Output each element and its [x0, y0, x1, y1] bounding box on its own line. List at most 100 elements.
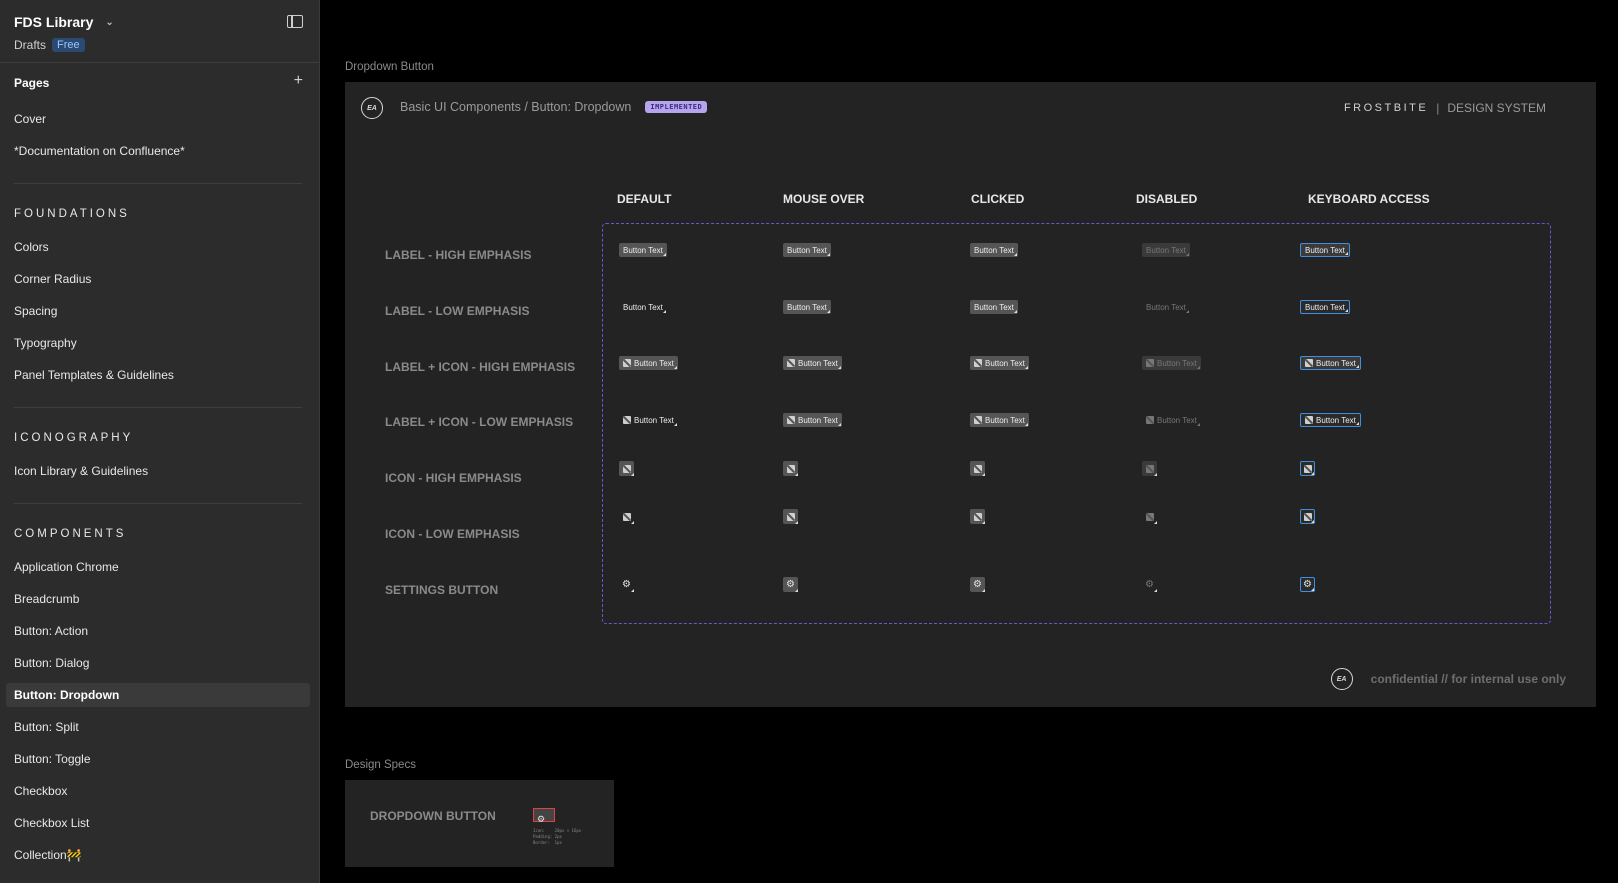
button-label: Button Text	[1146, 245, 1186, 255]
plan-badge: Free	[52, 38, 85, 52]
image-icon	[1303, 464, 1312, 473]
divider	[14, 407, 302, 408]
sidebar-toggle-icon[interactable]	[287, 15, 303, 28]
button-label: Button Text	[634, 358, 674, 368]
page-item-checkbox-list[interactable]: Checkbox List	[14, 816, 89, 830]
page-item-collection[interactable]: Collection🚧	[14, 848, 82, 862]
image-icon	[1145, 464, 1154, 473]
image-icon	[973, 464, 982, 473]
dropdown-button[interactable]: Button Text	[1142, 300, 1190, 314]
button-label: Button Text	[974, 245, 1014, 255]
dropdown-button[interactable]: Button Text	[970, 243, 1018, 257]
divider	[0, 62, 319, 63]
icon-dropdown-button[interactable]	[619, 461, 634, 476]
icon-dropdown-button[interactable]	[1142, 461, 1157, 476]
settings-dropdown-button[interactable]: ⚙	[619, 577, 634, 592]
page-item-documentation[interactable]: *Documentation on Confluence*	[14, 144, 185, 158]
icon-dropdown-button[interactable]	[783, 509, 798, 524]
ea-logo-icon: EA	[361, 97, 383, 119]
spec-measurements: Icon: 20px × 16px Padding: 2px Border: 1…	[533, 828, 582, 845]
column-default: DEFAULT	[617, 192, 672, 206]
section-foundations[interactable]: FOUNDATIONS	[14, 208, 130, 220]
gear-icon: ⚙	[622, 578, 631, 590]
page-item-button-toggle[interactable]: Button: Toggle	[14, 752, 91, 766]
dropdown-button[interactable]: Button Text	[783, 300, 831, 314]
ea-logo-icon: EA	[1330, 668, 1353, 690]
page-item-panel-templates[interactable]: Panel Templates & Guidelines	[14, 368, 174, 382]
file-title-button[interactable]: FDS Library ⌄	[14, 14, 114, 30]
page-item-button-dropdown[interactable]: Button: Dropdown	[6, 683, 310, 707]
dropdown-button[interactable]: Button Text	[619, 413, 678, 427]
component-path: Basic UI Components / Button: Dropdown	[400, 100, 632, 114]
page-item-icon-library[interactable]: Icon Library & Guidelines	[14, 464, 148, 478]
page-item-button-action[interactable]: Button: Action	[14, 624, 88, 638]
image-icon	[1146, 359, 1154, 367]
button-label: Button Text	[634, 415, 674, 425]
button-label: Button Text	[985, 415, 1025, 425]
icon-dropdown-button[interactable]	[1142, 509, 1157, 524]
dropdown-button[interactable]: Button Text	[1300, 300, 1350, 314]
icon-dropdown-button[interactable]	[970, 509, 985, 524]
page-item-spacing[interactable]: Spacing	[14, 304, 57, 318]
settings-dropdown-button[interactable]: ⚙	[1300, 577, 1315, 592]
dropdown-button-frame[interactable]: EA Basic UI Components / Button: Dropdow…	[345, 82, 1596, 707]
page-item-corner-radius[interactable]: Corner Radius	[14, 272, 91, 286]
icon-dropdown-button[interactable]	[1300, 461, 1315, 476]
dropdown-button[interactable]: Button Text	[970, 413, 1029, 427]
image-icon	[787, 359, 795, 367]
icon-dropdown-button[interactable]	[783, 461, 798, 476]
design-specs-frame[interactable]: DROPDOWN BUTTON ⚙ Icon: 20px × 16px Padd…	[345, 780, 614, 867]
button-label: Button Text	[1316, 415, 1356, 425]
page-item-breadcrumb[interactable]: Breadcrumb	[14, 592, 79, 606]
icon-dropdown-button[interactable]	[619, 509, 634, 524]
page-item-button-dialog[interactable]: Button: Dialog	[14, 656, 89, 670]
row-settings: SETTINGS BUTTON	[385, 583, 499, 597]
specs-frame-label[interactable]: Design Specs	[345, 759, 416, 771]
dropdown-button[interactable]: Button Text	[783, 243, 831, 257]
settings-dropdown-button[interactable]: ⚙	[970, 577, 985, 592]
frame-label[interactable]: Dropdown Button	[345, 61, 434, 73]
button-label: Button Text	[985, 358, 1025, 368]
variants-container	[602, 223, 1551, 624]
gear-icon: ⚙	[537, 814, 546, 824]
section-iconography[interactable]: ICONOGRAPHY	[14, 432, 133, 444]
dropdown-button[interactable]: Button Text	[783, 413, 842, 427]
dropdown-button[interactable]: Button Text	[1142, 243, 1190, 257]
image-icon	[622, 512, 631, 521]
settings-dropdown-button[interactable]: ⚙	[783, 577, 798, 592]
sidebar: FDS Library ⌄ Drafts Free Pages + Cover …	[0, 0, 320, 883]
button-label: Button Text	[798, 358, 838, 368]
dropdown-button[interactable]: Button Text	[1142, 356, 1201, 370]
dropdown-button[interactable]: Button Text	[970, 356, 1029, 370]
row-icon-low: ICON - LOW EMPHASIS	[385, 527, 520, 541]
dropdown-button[interactable]: Button Text	[619, 243, 667, 257]
settings-dropdown-button[interactable]: ⚙	[1142, 577, 1157, 592]
dropdown-button[interactable]: Button Text	[783, 356, 842, 370]
button-label: Button Text	[798, 415, 838, 425]
section-components[interactable]: COMPONENTS	[14, 528, 126, 540]
page-item-button-split[interactable]: Button: Split	[14, 720, 79, 734]
page-item-checkbox[interactable]: Checkbox	[14, 784, 67, 798]
gear-icon: ⚙	[1303, 578, 1312, 590]
icon-dropdown-button[interactable]	[1300, 509, 1315, 524]
status-badge: IMPLEMENTED	[645, 101, 708, 113]
dropdown-button[interactable]: Button Text	[1300, 356, 1361, 370]
dropdown-button[interactable]: Button Text	[1300, 243, 1350, 257]
dropdown-button[interactable]: Button Text	[1142, 413, 1201, 427]
row-label-icon-low: LABEL + ICON - LOW EMPHASIS	[385, 415, 574, 429]
page-item-colors[interactable]: Colors	[14, 240, 49, 254]
drafts-link[interactable]: Drafts	[14, 38, 46, 52]
page-item-typography[interactable]: Typography	[14, 336, 77, 350]
button-label: Button Text	[1316, 358, 1356, 368]
dropdown-button[interactable]: Button Text	[1300, 413, 1361, 427]
page-item-application-chrome[interactable]: Application Chrome	[14, 560, 119, 574]
button-label: Button Text	[1146, 302, 1186, 312]
page-item-cover[interactable]: Cover	[14, 112, 46, 126]
icon-dropdown-button[interactable]	[970, 461, 985, 476]
sidebar-header: FDS Library ⌄ Drafts Free	[14, 14, 114, 52]
dropdown-button[interactable]: Button Text	[619, 356, 678, 370]
dropdown-button[interactable]: Button Text	[970, 300, 1018, 314]
dropdown-button[interactable]: Button Text	[619, 300, 667, 314]
add-page-icon[interactable]: +	[294, 72, 303, 90]
gear-icon: ⚙	[786, 578, 795, 590]
